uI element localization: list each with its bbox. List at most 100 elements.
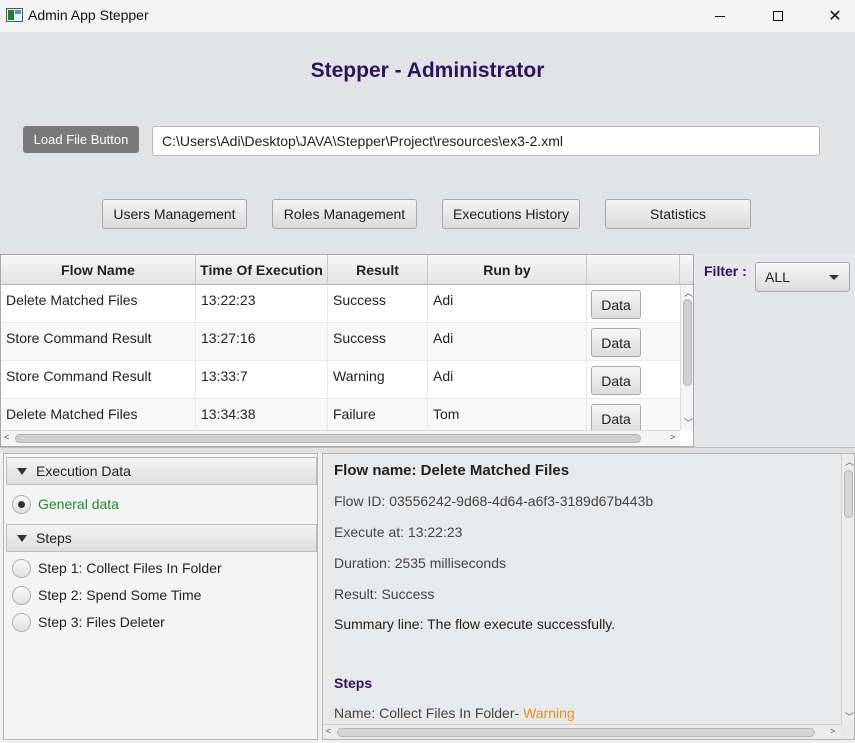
table-header: Flow Name Time Of Execution Result Run b… <box>1 255 693 285</box>
column-header-time[interactable]: Time Of Execution <box>196 255 328 285</box>
cell-run-by: Adi <box>428 323 587 361</box>
cell-result: Success <box>328 323 428 361</box>
cell-flow-name: Delete Matched Files <box>1 285 196 323</box>
radio-icon <box>12 612 31 632</box>
table-body: Delete Matched Files 13:22:23 Success Ad… <box>1 285 680 430</box>
cell-time: 13:22:23 <box>196 285 328 323</box>
scroll-thumb[interactable] <box>337 728 815 737</box>
detail-result: Result: Success <box>334 586 435 602</box>
triangle-down-icon <box>17 467 27 475</box>
cell-flow-name: Store Command Result <box>1 361 196 399</box>
column-header-action[interactable] <box>587 255 680 285</box>
maximize-button[interactable] <box>755 0 801 32</box>
detail-duration: Duration: 2535 milliseconds <box>334 555 506 571</box>
table-row[interactable]: Delete Matched Files 13:22:23 Success Ad… <box>1 285 680 323</box>
details-vertical-scrollbar[interactable]: ︿ ﹀ <box>841 454 854 724</box>
detail-flow-id: Flow ID: 03556242-9d68-4d64-a6f3-3189d67… <box>334 493 654 509</box>
users-management-button[interactable]: Users Management <box>102 199 247 229</box>
step-label: Step 1: Collect Files In Folder <box>38 560 222 576</box>
executions-history-button[interactable]: Executions History <box>442 199 580 229</box>
cell-run-by: Adi <box>428 361 587 399</box>
scroll-thumb[interactable] <box>15 434 641 443</box>
step-radio[interactable]: Step 3: Files Deleter <box>12 610 165 634</box>
window-titlebar: Admin App Stepper ✕ <box>0 0 855 32</box>
cell-result: Warning <box>328 361 428 399</box>
load-file-button[interactable]: Load File Button <box>23 126 139 153</box>
steps-section[interactable]: Steps <box>6 524 317 552</box>
data-button[interactable]: Data <box>591 290 641 319</box>
cell-time: 13:27:16 <box>196 323 328 361</box>
execution-details-panel: Flow name: Delete Matched Files Flow ID:… <box>322 453 855 740</box>
window-title: Admin App Stepper <box>28 7 149 23</box>
step-radio[interactable]: Step 1: Collect Files In Folder <box>12 556 222 580</box>
data-button[interactable]: Data <box>591 328 641 357</box>
scroll-down-icon[interactable]: ﹀ <box>845 710 854 723</box>
cell-result: Success <box>328 285 428 323</box>
cell-flow-name: Delete Matched Files <box>1 399 196 430</box>
execution-data-label: Execution Data <box>36 463 131 479</box>
scroll-left-icon[interactable]: < <box>326 726 331 736</box>
page-title: Stepper - Administrator <box>310 59 545 82</box>
data-button[interactable]: Data <box>591 404 641 430</box>
radio-icon <box>12 558 31 578</box>
cell-time: 13:33:7 <box>196 361 328 399</box>
general-data-label: General data <box>38 496 119 512</box>
detail-steps-title: Steps <box>334 675 373 691</box>
details-horizontal-scrollbar[interactable]: < > <box>323 724 841 739</box>
close-icon: ✕ <box>828 8 842 25</box>
table-vertical-scrollbar[interactable]: ︿ ﹀ <box>680 285 693 430</box>
scroll-down-icon[interactable]: ﹀ <box>684 416 693 429</box>
detail-summary: Summary line: The flow execute successfu… <box>334 616 616 632</box>
radio-icon <box>12 585 31 605</box>
chevron-down-icon <box>829 275 839 280</box>
column-header-flow-name[interactable]: Flow Name <box>1 255 196 285</box>
steps-label: Steps <box>36 530 72 546</box>
detail-step-status: Warning <box>523 705 575 721</box>
cell-result: Failure <box>328 399 428 430</box>
execution-tree-panel: Execution Data General data Steps Step 1… <box>3 453 318 740</box>
detail-execute-at: Execute at: 13:22:23 <box>334 524 463 540</box>
table-row[interactable]: Store Command Result 13:33:7 Warning Adi… <box>1 361 680 399</box>
cell-run-by: Tom <box>428 399 587 430</box>
scroll-thumb[interactable] <box>844 470 853 518</box>
filter-selected-value: ALL <box>765 269 790 285</box>
table-row[interactable]: Store Command Result 13:27:16 Success Ad… <box>1 323 680 361</box>
triangle-down-icon <box>17 534 27 542</box>
general-data-radio[interactable]: General data <box>12 492 119 516</box>
roles-management-button[interactable]: Roles Management <box>272 199 417 229</box>
filter-panel: Filter : ALL <box>694 254 855 447</box>
app-icon <box>6 8 23 22</box>
statistics-button[interactable]: Statistics <box>605 199 751 229</box>
scroll-thumb[interactable] <box>683 299 692 386</box>
execution-data-section[interactable]: Execution Data <box>6 457 317 485</box>
scroll-left-icon[interactable]: < <box>4 432 9 442</box>
column-header-run-by[interactable]: Run by <box>428 255 587 285</box>
cell-time: 13:34:38 <box>196 399 328 430</box>
executions-table: Flow Name Time Of Execution Result Run b… <box>0 254 694 447</box>
filter-label: Filter : <box>704 263 747 279</box>
scroll-right-icon[interactable]: > <box>830 726 835 736</box>
step-radio[interactable]: Step 2: Spend Some Time <box>12 583 201 607</box>
table-horizontal-scrollbar[interactable]: < > <box>1 430 680 446</box>
table-row[interactable]: Delete Matched Files 13:34:38 Failure To… <box>1 399 680 430</box>
scroll-right-icon[interactable]: > <box>670 432 675 442</box>
scroll-up-icon[interactable]: ︿ <box>684 286 693 299</box>
close-button[interactable]: ✕ <box>812 0 855 32</box>
scroll-up-icon[interactable]: ︿ <box>845 455 854 468</box>
file-path-field[interactable]: C:\Users\Adi\Desktop\JAVA\Stepper\Projec… <box>152 126 820 156</box>
column-header-result[interactable]: Result <box>328 255 428 285</box>
detail-flow-name: Flow name: Delete Matched Files <box>334 462 570 479</box>
data-button[interactable]: Data <box>591 366 641 395</box>
step-label: Step 2: Spend Some Time <box>38 587 202 603</box>
cell-run-by: Adi <box>428 285 587 323</box>
step-label: Step 3: Files Deleter <box>38 614 165 630</box>
minimize-icon <box>715 15 725 17</box>
detail-step-line: Name: Collect Files In Folder- Warning <box>334 705 575 721</box>
detail-step-name: Name: Collect Files In Folder- <box>334 705 520 721</box>
radio-selected-icon <box>12 494 31 514</box>
filter-dropdown[interactable]: ALL <box>755 262 850 292</box>
maximize-icon <box>773 11 783 21</box>
cell-flow-name: Store Command Result <box>1 323 196 361</box>
minimize-button[interactable] <box>697 0 743 32</box>
header-panel: Stepper - Administrator Load File Button… <box>0 32 855 254</box>
